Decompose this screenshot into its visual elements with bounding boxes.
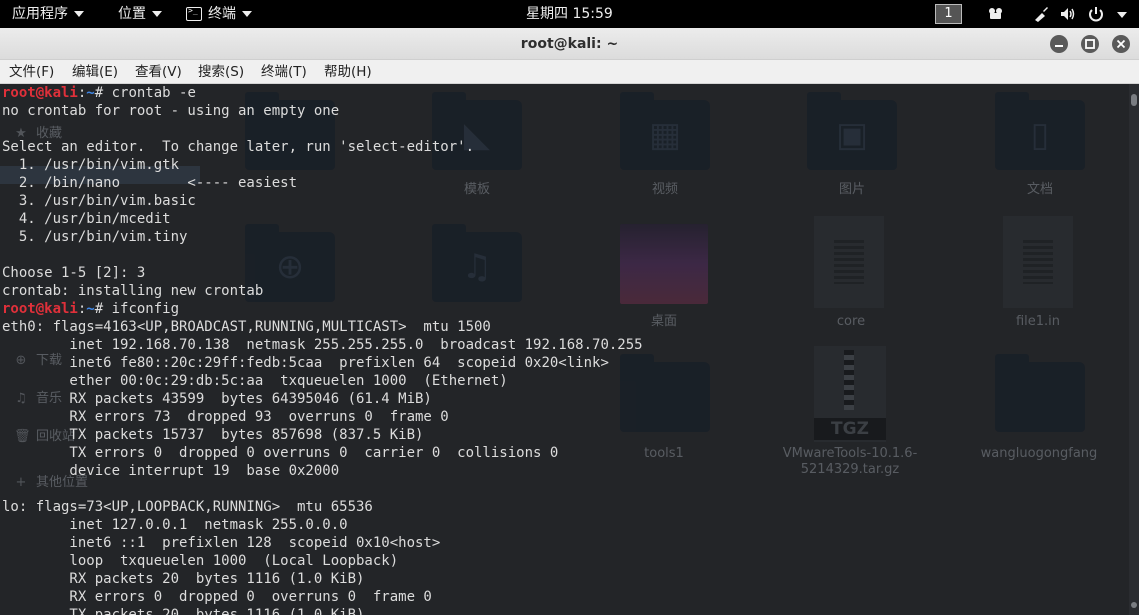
- prompt-line: root@kali:~# crontab -e: [2, 84, 643, 102]
- chevron-down-icon: [74, 11, 84, 17]
- prompt-symbol: #: [94, 301, 112, 317]
- scrollbar-down[interactable]: [1131, 602, 1137, 608]
- output-line: device interrupt 19 base 0x2000: [2, 463, 340, 479]
- maximize-button[interactable]: [1081, 35, 1099, 53]
- output-line: inet 127.0.0.1 netmask 255.0.0.0: [2, 517, 348, 533]
- output-line: lo: flags=73<UP,LOOPBACK,RUNNING> mtu 65…: [2, 499, 373, 515]
- core-label: core: [836, 314, 866, 329]
- terminal-view[interactable]: ★ 收藏 ⊕ 下载 ♫ 音乐 🗑 回收站 + 其他位置 ◣ 模板 ▦ 视频 ▣ 图片 ▯ …: [0, 84, 1129, 615]
- output-line: 4. /usr/bin/mcedit: [2, 211, 171, 227]
- menu-file[interactable]: 文件(F): [9, 60, 54, 84]
- output-line: RX packets 43599 bytes 64395046 (61.4 Mi…: [2, 391, 432, 407]
- workspace-indicator[interactable]: 1: [935, 4, 962, 24]
- vmware-label: VMwareTools-10.1.6-5214329.tar.gz: [782, 446, 918, 477]
- chevron-down-icon: [152, 11, 162, 17]
- output-line: loop txqueuelen 1000 (Local Loopback): [2, 553, 399, 569]
- tgz-archive-icon: TGZ: [814, 346, 886, 442]
- prompt-path: ~: [86, 85, 95, 101]
- clock[interactable]: 星期四 15:59: [526, 0, 613, 28]
- menu-search[interactable]: 搜索(S): [198, 60, 244, 84]
- output-line: inet6 ::1 prefixlen 128 scopeid 0x10<hos…: [2, 535, 441, 551]
- places-menu[interactable]: 位置: [118, 0, 162, 28]
- wangluo-label: wangluogongfang: [980, 446, 1098, 461]
- maximize-icon: [1085, 39, 1095, 49]
- close-icon: [1116, 39, 1126, 49]
- volume-icon[interactable]: [1059, 5, 1077, 23]
- output-line: 3. /usr/bin/vim.basic: [2, 193, 196, 209]
- terminal-app-label: 终端: [208, 6, 236, 22]
- prompt-user: root@kali: [2, 85, 78, 101]
- minimize-icon: [1055, 45, 1063, 47]
- menu-help[interactable]: 帮助(H): [324, 60, 372, 84]
- menu-view[interactable]: 查看(V): [135, 60, 182, 84]
- webcam-icon[interactable]: [987, 5, 1005, 23]
- prompt-line: root@kali:~# ifconfig: [2, 300, 643, 318]
- minimize-button[interactable]: [1050, 35, 1068, 53]
- documents-label: 文档: [1026, 182, 1053, 197]
- core-file-icon: [814, 216, 884, 308]
- menu-bar: 文件(F) 编辑(E) 查看(V) 搜索(S) 终端(T) 帮助(H): [0, 60, 1139, 84]
- output-line: 1. /usr/bin/vim.gtk: [2, 157, 180, 173]
- scrollbar-up[interactable]: [1131, 94, 1137, 106]
- output-line: ether 00:0c:29:db:5c:aa txqueuelen 1000 …: [2, 373, 508, 389]
- places-label: 位置: [118, 6, 146, 22]
- command-text: ifconfig: [111, 301, 180, 317]
- chevron-down-icon[interactable]: [1117, 12, 1127, 18]
- output-line: Select an editor. To change later, run '…: [2, 139, 475, 155]
- prompt-symbol: #: [94, 85, 112, 101]
- terminal-icon: [186, 4, 202, 21]
- wangluo-folder-icon: [995, 354, 1085, 432]
- output-line: Choose 1-5 [2]: 3: [2, 265, 146, 281]
- tgz-badge: TGZ: [814, 418, 886, 440]
- output-line: TX errors 0 dropped 0 overruns 0 carrier…: [2, 445, 559, 461]
- power-icon[interactable]: [1087, 5, 1105, 23]
- output-line: 5. /usr/bin/vim.tiny: [2, 229, 188, 245]
- command-text: crontab -e: [111, 85, 196, 101]
- menu-terminal[interactable]: 终端(T): [261, 60, 307, 84]
- terminal-output: root@kali:~# crontab -e no crontab for ro…: [2, 84, 643, 615]
- window-title: root@kali: ~: [520, 36, 619, 52]
- applications-label: 应用程序: [12, 6, 68, 22]
- pictures-label: 图片: [838, 182, 865, 197]
- close-button[interactable]: [1112, 35, 1130, 53]
- file1-icon: [1003, 216, 1073, 308]
- terminal-app-menu[interactable]: 终端: [186, 0, 252, 28]
- pictures-folder-icon: ▣: [807, 92, 897, 170]
- pen-tool-icon[interactable]: [1032, 5, 1050, 23]
- output-line: TX packets 15737 bytes 857698 (837.5 KiB…: [2, 427, 424, 443]
- output-line: RX packets 20 bytes 1116 (1.0 KiB): [2, 571, 365, 587]
- output-line: RX errors 73 dropped 93 overruns 0 frame…: [2, 409, 449, 425]
- output-line: no crontab for root - using an empty one: [2, 103, 340, 119]
- terminal-scrollbar[interactable]: [1129, 84, 1139, 615]
- prompt-path: ~: [86, 301, 95, 317]
- output-line: TX packets 20 bytes 1116 (1.0 KiB): [2, 607, 365, 615]
- output-line: inet 192.168.70.138 netmask 255.255.255.…: [2, 337, 643, 353]
- output-line: eth0: flags=4163<UP,BROADCAST,RUNNING,MU…: [2, 319, 491, 335]
- top-bar: 应用程序 位置 终端 星期四 15:59 1: [0, 0, 1139, 28]
- output-line: crontab: installing new crontab: [2, 283, 264, 299]
- prompt-user: root@kali: [2, 301, 78, 317]
- output-line: RX errors 0 dropped 0 overruns 0 frame 0: [2, 589, 432, 605]
- menu-edit[interactable]: 编辑(E): [72, 60, 118, 84]
- window-titlebar[interactable]: root@kali: ~: [0, 28, 1139, 60]
- output-line: 2. /bin/nano <---- easiest: [2, 175, 298, 191]
- applications-menu[interactable]: 应用程序: [12, 0, 84, 28]
- file1-label: file1.in: [1015, 314, 1061, 329]
- chevron-down-icon: [242, 11, 252, 17]
- documents-folder-icon: ▯: [995, 92, 1085, 170]
- output-line: inet6 fe80::20c:29ff:fedb:5caa prefixlen…: [2, 355, 609, 371]
